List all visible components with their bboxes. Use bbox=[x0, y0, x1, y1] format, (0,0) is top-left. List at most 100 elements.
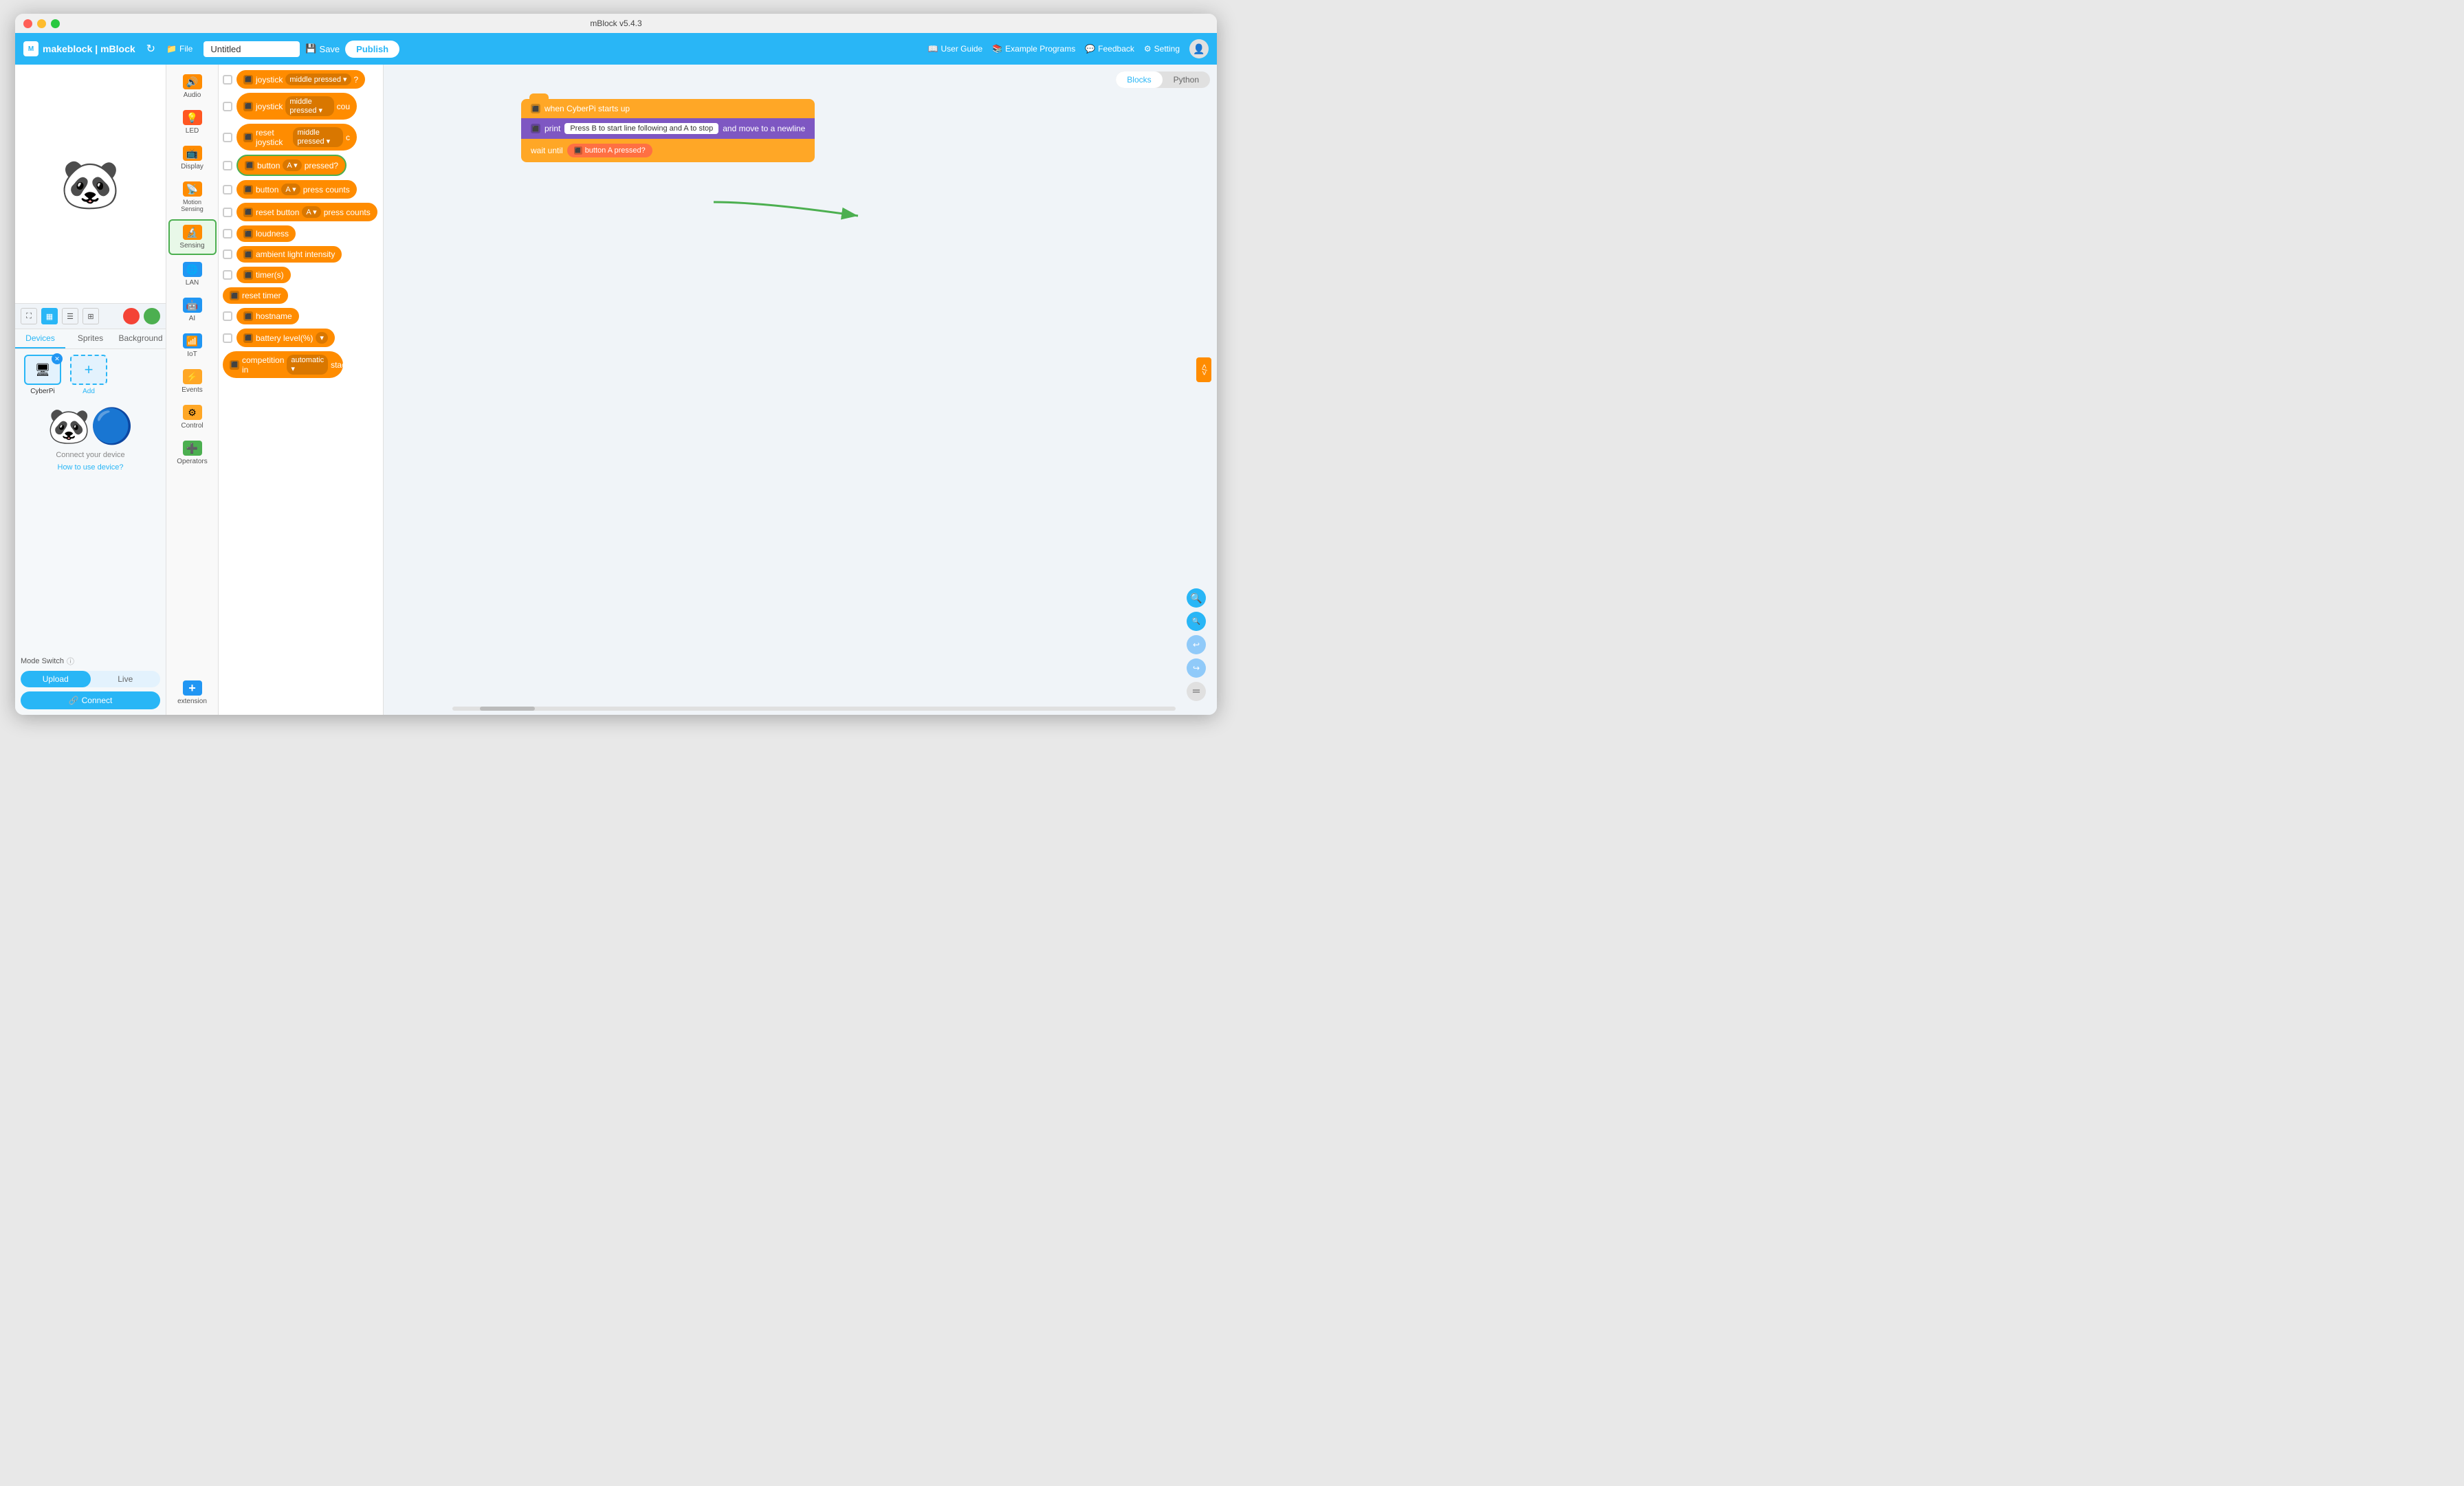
block-reset-button-checkbox[interactable] bbox=[223, 208, 232, 217]
grid-view-button[interactable]: ▦ bbox=[41, 308, 58, 324]
code-side-button[interactable]: </> bbox=[1196, 357, 1211, 382]
category-iot[interactable]: 📶 IoT bbox=[168, 329, 217, 362]
cyberpi-device[interactable]: 🖥 ✕ CyberPi bbox=[21, 355, 65, 395]
block-joystick-pressed[interactable]: ⬛ joystick middle pressed ▾ ? bbox=[236, 70, 365, 89]
horizontal-scrollbar[interactable] bbox=[452, 707, 1176, 711]
zoom-out-button[interactable]: 🔍 bbox=[1187, 612, 1206, 631]
category-display[interactable]: 📺 Display bbox=[168, 142, 217, 175]
category-lan[interactable]: 🌐 LAN bbox=[168, 258, 217, 291]
block-battery-checkbox[interactable] bbox=[223, 333, 232, 343]
list-view-button[interactable]: ☰ bbox=[62, 308, 78, 324]
category-extension[interactable]: + extension bbox=[168, 676, 217, 709]
tab-devices[interactable]: Devices bbox=[15, 329, 65, 348]
feedback-button[interactable]: 💬 Feedback bbox=[1085, 44, 1134, 54]
block-competition-mode-dropdown[interactable]: automatic ▾ bbox=[287, 355, 328, 375]
redo-button[interactable]: ↪ bbox=[1187, 658, 1206, 678]
block-button-a-dropdown[interactable]: A ▾ bbox=[283, 159, 301, 171]
tab-sprites[interactable]: Sprites bbox=[65, 329, 116, 348]
category-ai[interactable]: 🤖 AI bbox=[168, 293, 217, 326]
block-reset-button[interactable]: ⬛ reset button A ▾ press counts bbox=[236, 203, 377, 221]
wait-block[interactable]: wait until ⬛ button A pressed? bbox=[521, 139, 815, 162]
block-joystick-pressed-checkbox[interactable] bbox=[223, 75, 232, 85]
display-icon: 📺 bbox=[183, 146, 202, 161]
category-operators[interactable]: ➕ Operators bbox=[168, 436, 217, 469]
example-programs-button[interactable]: 📚 Example Programs bbox=[992, 44, 1075, 54]
block-reset-button-row: ⬛ reset button A ▾ press counts bbox=[223, 203, 379, 221]
device-remove-button[interactable]: ✕ bbox=[52, 353, 63, 364]
block-joystick-direction-dropdown[interactable]: middle pressed ▾ bbox=[285, 74, 351, 85]
upload-mode-button[interactable]: Upload bbox=[21, 671, 91, 687]
block-ambient-light[interactable]: ⬛ ambient light intensity bbox=[236, 246, 342, 263]
iot-icon: 📶 bbox=[183, 333, 202, 348]
block-button-a2-dropdown[interactable]: A ▾ bbox=[281, 184, 300, 195]
setting-button[interactable]: ⚙ Setting bbox=[1144, 44, 1180, 54]
tab-python[interactable]: Python bbox=[1163, 71, 1210, 88]
block-joystick-count[interactable]: ⬛ joystick middle pressed ▾ cou bbox=[236, 93, 357, 120]
block-loudness[interactable]: ⬛ loudness bbox=[236, 225, 296, 242]
block-hostname[interactable]: ⬛ hostname bbox=[236, 308, 299, 324]
block-competition[interactable]: ⬛ competition in automatic ▾ stage bbox=[223, 351, 343, 378]
category-control[interactable]: ⚙ Control bbox=[168, 401, 217, 434]
how-to-use-device-link[interactable]: How to use device? bbox=[58, 463, 124, 472]
hat-block[interactable]: ⬛ when CyberPi starts up bbox=[521, 99, 815, 118]
undo-button[interactable]: ↩ bbox=[1187, 635, 1206, 654]
block-joystick-pressed-row: ⬛ joystick middle pressed ▾ ? bbox=[223, 70, 379, 89]
block-button-pressed[interactable]: ⬛ button A ▾ pressed? bbox=[236, 155, 346, 176]
block-joystick-count-checkbox[interactable] bbox=[223, 102, 232, 111]
led-icon: 💡 bbox=[183, 110, 202, 125]
tab-background[interactable]: Background bbox=[116, 329, 166, 348]
connect-button[interactable]: 🔗 Connect bbox=[21, 691, 160, 709]
mode-buttons: Upload Live bbox=[21, 671, 160, 687]
scrollbar-thumb[interactable] bbox=[480, 707, 535, 711]
close-button[interactable] bbox=[23, 19, 32, 28]
window-title: mBlock v5.4.3 bbox=[590, 19, 641, 28]
stop-button[interactable] bbox=[123, 308, 140, 324]
code-area: Blocks Python ⬛ when CyberPi starts up ⬛… bbox=[384, 65, 1217, 715]
maximize-button[interactable] bbox=[51, 19, 60, 28]
project-name-input[interactable] bbox=[204, 41, 300, 57]
block-button-press-count[interactable]: ⬛ button A ▾ press counts bbox=[236, 180, 357, 199]
block-joystick-dir3-dropdown[interactable]: middle pressed ▾ bbox=[293, 127, 343, 147]
user-avatar[interactable]: 👤 bbox=[1189, 39, 1209, 58]
block-battery-dropdown[interactable]: ▾ bbox=[316, 332, 328, 344]
tab-blocks[interactable]: Blocks bbox=[1116, 71, 1162, 88]
block-reset-joystick-checkbox[interactable] bbox=[223, 133, 232, 142]
live-mode-button[interactable]: Live bbox=[91, 671, 161, 687]
block-ambient-light-checkbox[interactable] bbox=[223, 249, 232, 259]
save-button[interactable]: 💾 Save bbox=[305, 43, 340, 54]
category-sensing[interactable]: 🔬 Sensing bbox=[168, 219, 217, 255]
block-reset-timer[interactable]: ⬛ reset timer bbox=[223, 287, 288, 304]
block-button-press-count-checkbox[interactable] bbox=[223, 185, 232, 195]
expand-view-button[interactable]: ⛶ bbox=[21, 308, 37, 324]
block-timer[interactable]: ⬛ timer(s) bbox=[236, 267, 291, 283]
user-guide-button[interactable]: 📖 User Guide bbox=[928, 44, 983, 54]
run-button[interactable] bbox=[144, 308, 160, 324]
publish-button[interactable]: Publish bbox=[345, 41, 399, 58]
zoom-in-button[interactable]: 🔍 bbox=[1187, 588, 1206, 608]
minimize-button[interactable] bbox=[37, 19, 46, 28]
block-battery[interactable]: ⬛ battery level(%) ▾ bbox=[236, 329, 335, 347]
category-motion-sensing[interactable]: 📡 Motion Sensing bbox=[168, 177, 217, 217]
block-button-pressed-checkbox[interactable] bbox=[223, 161, 232, 170]
block-connector-icon7: ⬛ bbox=[243, 229, 253, 239]
category-events[interactable]: ⚡ Events bbox=[168, 365, 217, 398]
wait-condition-block[interactable]: ⬛ button A pressed? bbox=[567, 144, 652, 157]
category-audio[interactable]: 🔊 Audio bbox=[168, 70, 217, 103]
events-label: Events bbox=[182, 386, 203, 394]
block-timer-checkbox[interactable] bbox=[223, 270, 232, 280]
category-led[interactable]: 💡 LED bbox=[168, 106, 217, 139]
block-reset-joystick[interactable]: ⬛ reset joystick middle pressed ▾ c bbox=[236, 124, 357, 151]
block-loudness-checkbox[interactable] bbox=[223, 229, 232, 239]
block-hostname-checkbox[interactable] bbox=[223, 311, 232, 321]
file-menu-button[interactable]: 📁 File bbox=[161, 41, 198, 56]
reset-zoom-button[interactable]: ＝ bbox=[1187, 682, 1206, 701]
block-joystick-dir2-dropdown[interactable]: middle pressed ▾ bbox=[285, 96, 333, 116]
block-battery-row: ⬛ battery level(%) ▾ bbox=[223, 329, 379, 347]
tile-view-button[interactable]: ⊞ bbox=[82, 308, 99, 324]
add-device-button[interactable]: + bbox=[70, 355, 107, 385]
print-block[interactable]: ⬛ print Press B to start line following … bbox=[521, 118, 815, 139]
refresh-icon[interactable]: ↻ bbox=[146, 42, 155, 56]
ai-label: AI bbox=[189, 315, 195, 322]
block-reset-button-a-dropdown[interactable]: A ▾ bbox=[302, 206, 320, 218]
block-categories: 🔊 Audio 💡 LED 📺 Display 📡 Motion Sensing… bbox=[166, 65, 219, 715]
